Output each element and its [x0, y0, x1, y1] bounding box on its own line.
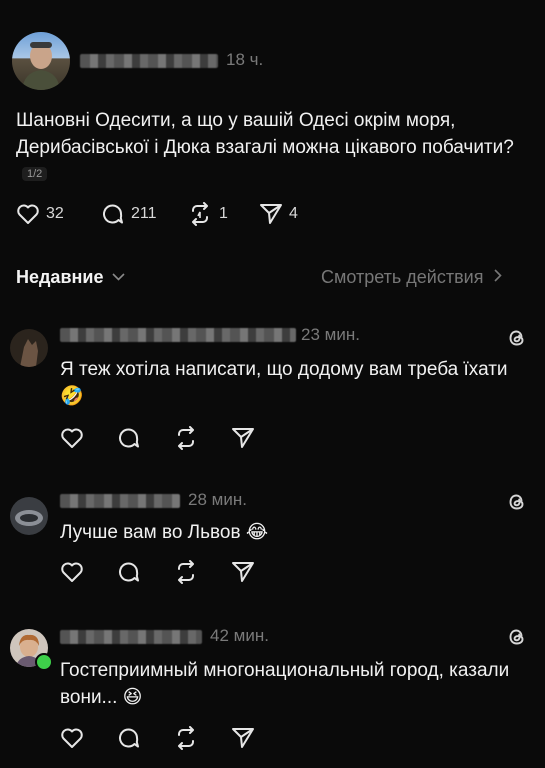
comment-time: 42 мин. [210, 626, 269, 645]
comment-text: Лучше вам во Львов 😂 [60, 522, 269, 543]
like-icon[interactable] [60, 727, 84, 749]
post-text-body: Шановні Одесити, а що у вашій Одесі окрі… [16, 110, 514, 158]
comment-time: 23 мин. [301, 325, 360, 344]
share-count: 4 [289, 205, 298, 222]
repost-count: 1 [219, 205, 228, 222]
share-icon[interactable] [259, 203, 283, 225]
like-icon[interactable] [60, 427, 84, 449]
comment-avatar[interactable] [10, 329, 48, 367]
repost-icon[interactable] [173, 426, 199, 450]
repost-icon[interactable] [173, 726, 199, 750]
reply-icon[interactable] [117, 426, 141, 450]
reply-icon[interactable] [117, 560, 141, 584]
sort-label: Недавние [16, 267, 104, 287]
chevron-down-icon [112, 265, 126, 286]
share-icon[interactable] [231, 561, 255, 583]
repost-icon[interactable] [173, 560, 199, 584]
comment-author-name-blurred[interactable] [60, 328, 296, 342]
repost-icon[interactable] [187, 202, 213, 226]
reply-icon[interactable] [117, 726, 141, 750]
comment-author-name-blurred[interactable] [60, 494, 180, 508]
comment-time: 28 мин. [188, 490, 247, 509]
threads-icon[interactable] [506, 626, 528, 648]
comment-avatar[interactable] [10, 497, 48, 535]
post-author-avatar[interactable] [12, 32, 70, 90]
post-time: 18 ч. [226, 50, 264, 69]
reply-count: 211 [131, 205, 157, 222]
threads-icon[interactable] [506, 491, 528, 513]
reply-icon[interactable] [101, 202, 125, 226]
like-count: 32 [46, 205, 64, 222]
view-activity-link[interactable]: Смотреть действия [321, 266, 503, 288]
sort-dropdown[interactable]: Недавние [16, 265, 126, 288]
comment-text: Я теж хотіла написати, що додому вам тре… [60, 359, 508, 407]
online-status-dot [35, 653, 53, 671]
view-activity-label: Смотреть действия [321, 267, 484, 287]
post-page-badge: 1/2 [22, 167, 48, 181]
like-icon[interactable] [16, 203, 40, 225]
comment-text: Гостеприимный многонациональный город, к… [60, 660, 510, 708]
share-icon[interactable] [231, 427, 255, 449]
threads-icon[interactable] [506, 327, 528, 349]
post-author-name-blurred[interactable] [80, 54, 218, 68]
like-icon[interactable] [60, 561, 84, 583]
chevron-right-icon [494, 266, 503, 287]
share-icon[interactable] [231, 727, 255, 749]
comment-author-name-blurred[interactable] [60, 630, 202, 644]
post-text: Шановні Одесити, а що у вашій Одесі окрі… [16, 107, 521, 188]
